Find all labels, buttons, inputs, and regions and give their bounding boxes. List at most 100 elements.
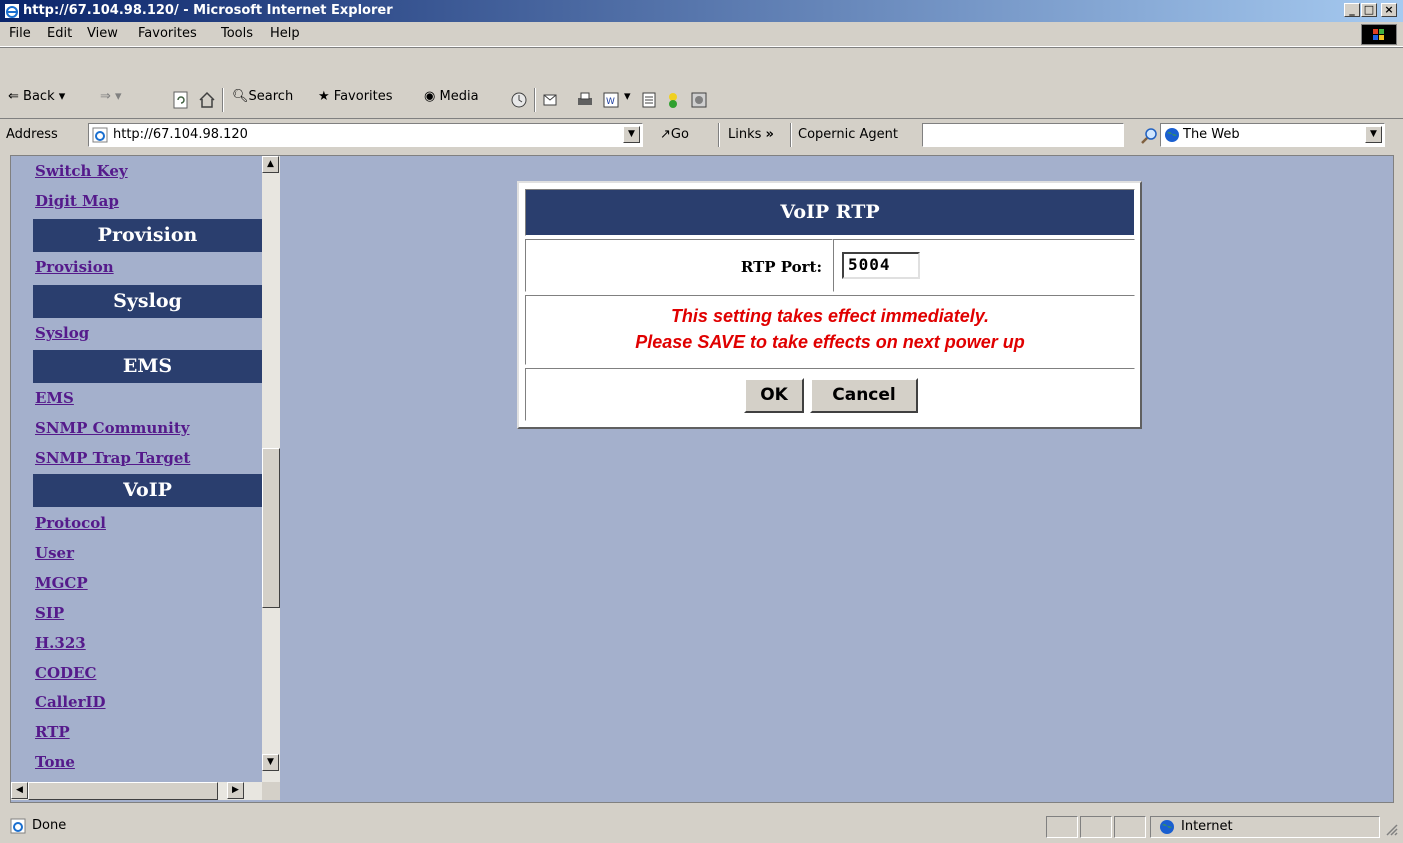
nav-link-callerid[interactable]: CallerID	[35, 693, 106, 711]
window-title: http://67.104.98.120/ - Microsoft Intern…	[23, 3, 393, 18]
menu-view[interactable]: View	[87, 26, 118, 41]
ok-button[interactable]: OK	[744, 378, 804, 413]
globe-icon	[1165, 128, 1179, 142]
forward-button[interactable]: ⇒ ▾	[100, 89, 122, 104]
go-button[interactable]: ↗Go	[660, 127, 689, 142]
globe-icon	[1160, 820, 1174, 834]
back-label: Back	[23, 89, 55, 104]
ie-page-icon	[5, 4, 19, 18]
scroll-down-icon[interactable]: ▼	[262, 754, 279, 771]
media-label: Media	[439, 89, 479, 104]
address-dropdown-icon[interactable]: ▼	[623, 126, 640, 143]
address-label: Address	[6, 127, 58, 142]
nav-link-user[interactable]: User	[35, 544, 74, 562]
left-nav-frame: Switch Key Digit Map Provision Provision…	[11, 156, 289, 802]
scroll-up-icon[interactable]: ▲	[262, 156, 279, 173]
nav-link-switch-key[interactable]: Switch Key	[35, 162, 128, 180]
discuss-icon[interactable]	[640, 91, 658, 109]
nav-link-codec[interactable]: CODEC	[35, 664, 96, 682]
status-bar: Done Internet	[0, 812, 1403, 843]
nav-link-protocol[interactable]: Protocol	[35, 514, 106, 532]
status-panel-empty-1	[1046, 816, 1078, 838]
rtp-port-input[interactable]: 5004	[842, 252, 920, 279]
nav-link-snmp-community[interactable]: SNMP Community	[35, 419, 190, 437]
search-button[interactable]: 🔍︎Search	[232, 89, 293, 104]
go-label: Go	[670, 127, 689, 142]
menu-favorites[interactable]: Favorites	[138, 26, 197, 41]
title-bar[interactable]: http://67.104.98.120/ - Microsoft Intern…	[0, 0, 1403, 22]
nav-link-provision[interactable]: Provision	[35, 258, 114, 276]
edit-icon[interactable]: W	[602, 91, 620, 109]
nav-header-provision: Provision	[33, 219, 262, 252]
nav-link-snmp-trap-target[interactable]: SNMP Trap Target	[35, 449, 190, 467]
nav-vertical-scrollbar[interactable]: ▲ ▼	[262, 156, 280, 782]
nav-link-mgcp[interactable]: MGCP	[35, 574, 88, 592]
notice-line-2: Please SAVE to take effects on next powe…	[635, 332, 1025, 352]
scroll-corner	[262, 782, 280, 800]
standard-toolbar: ⇐ Back ▾ ⇒ ▾ 🔍︎Search ★ Favorites ◉ Medi…	[0, 47, 1403, 143]
voip-rtp-dialog: VoIP RTP RTP Port: 5004 This setting tak…	[517, 181, 1142, 429]
back-button[interactable]: ⇐ Back ▾	[8, 89, 65, 104]
home-icon[interactable]	[198, 91, 216, 109]
links-label: Links	[728, 127, 762, 142]
ie-page-icon	[10, 818, 26, 834]
resize-grip-icon[interactable]	[1384, 822, 1398, 836]
nav-link-tone[interactable]: Tone	[35, 753, 75, 771]
links-button[interactable]: Links »	[728, 127, 774, 142]
nav-link-h323[interactable]: H.323	[35, 634, 86, 652]
rtp-port-label-cell: RTP Port:	[525, 239, 833, 292]
favorites-button[interactable]: ★ Favorites	[318, 89, 393, 104]
nav-header-ems: EMS	[33, 350, 262, 383]
menu-help[interactable]: Help	[270, 26, 300, 41]
ie-page-icon	[92, 127, 108, 143]
mail-icon[interactable]	[542, 91, 560, 109]
address-url: http://67.104.98.120	[113, 127, 248, 142]
nav-header-syslog: Syslog	[33, 285, 262, 318]
button-row-cell: OK Cancel	[525, 368, 1135, 421]
cancel-button[interactable]: Cancel	[810, 378, 918, 413]
edit-dropdown[interactable]: ▾	[624, 89, 631, 104]
search-scope-value: The Web	[1183, 127, 1240, 142]
address-field[interactable]: http://67.104.98.120 ▼	[88, 123, 643, 147]
nav-link-digit-map[interactable]: Digit Map	[35, 192, 119, 210]
research-icon[interactable]	[690, 91, 708, 109]
search-scope-select[interactable]: The Web ▼	[1160, 123, 1385, 147]
nav-link-ems[interactable]: EMS	[35, 389, 74, 407]
nav-link-sip[interactable]: SIP	[35, 604, 64, 622]
nav-link-rtp[interactable]: RTP	[35, 723, 70, 741]
scroll-left-icon[interactable]: ◀	[11, 782, 28, 799]
nav-scroll-thumb[interactable]	[262, 448, 280, 608]
media-button[interactable]: ◉ Media	[424, 89, 479, 104]
windows-logo-icon	[1361, 24, 1397, 45]
nav-horizontal-scrollbar[interactable]: ◀ ▶	[11, 782, 262, 800]
close-icon[interactable]: ×	[1381, 3, 1397, 17]
print-icon[interactable]	[576, 91, 594, 109]
nav-hscroll-thumb[interactable]	[28, 782, 218, 800]
menu-file[interactable]: File	[9, 26, 31, 41]
history-icon[interactable]	[510, 91, 528, 109]
copernic-search-input[interactable]	[922, 123, 1124, 147]
search-label: Search	[248, 89, 294, 104]
status-zone: Internet	[1181, 819, 1233, 834]
status-text: Done	[32, 818, 67, 833]
notice-cell: This setting takes effect immediately. P…	[525, 295, 1135, 365]
refresh-icon[interactable]	[172, 91, 190, 109]
dialog-title: VoIP RTP	[525, 189, 1135, 236]
notice-line-1: This setting takes effect immediately.	[670, 306, 990, 326]
menu-tools[interactable]: Tools	[221, 26, 253, 41]
links-chevron-icon: »	[765, 127, 774, 142]
status-panel-empty-3	[1114, 816, 1146, 838]
maximize-icon[interactable]: □	[1361, 3, 1377, 17]
status-panel-empty-2	[1080, 816, 1112, 838]
status-text-panel: Done	[4, 816, 1044, 838]
messenger-icon[interactable]	[664, 91, 682, 109]
address-bar: Address http://67.104.98.120 ▼ ↗Go Links…	[0, 118, 1403, 151]
status-zone-panel: Internet	[1150, 816, 1380, 838]
scope-dropdown-icon[interactable]: ▼	[1365, 126, 1382, 143]
scroll-right-icon[interactable]: ▶	[227, 782, 244, 799]
nav-link-syslog[interactable]: Syslog	[35, 324, 89, 342]
menu-bar: File Edit View Favorites Tools Help	[0, 22, 1403, 47]
minimize-icon[interactable]: _	[1344, 3, 1360, 17]
menu-edit[interactable]: Edit	[47, 26, 72, 41]
magnifier-icon[interactable]	[1140, 127, 1158, 145]
